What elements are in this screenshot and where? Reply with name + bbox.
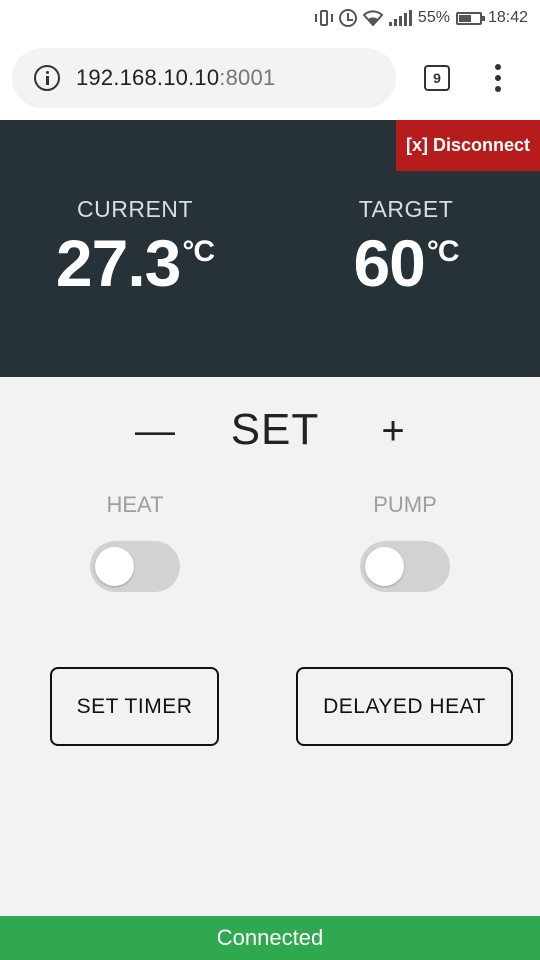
wifi-icon: [362, 10, 383, 26]
temperature-panel: [x] Disconnect CURRENT 27.3°C TARGET 60°…: [0, 120, 540, 377]
alarm-icon: [338, 9, 357, 27]
target-unit: °C: [426, 235, 460, 268]
url-host: 192.168.10.10: [76, 65, 220, 90]
more-menu-icon[interactable]: [494, 64, 502, 92]
current-unit: °C: [182, 235, 215, 268]
battery-icon: [455, 11, 485, 25]
status-bar: 55% 18:42: [0, 0, 540, 36]
current-value: 27.3: [55, 226, 181, 300]
target-value-wrap: 60°C: [350, 225, 462, 301]
heat-toggle[interactable]: [90, 541, 180, 592]
tab-switcher-button[interactable]: 9: [424, 65, 450, 91]
vibrate-icon: [314, 9, 333, 27]
set-control: — SET +: [0, 405, 540, 465]
browser-toolbar: 192.168.10.10:8001 9: [0, 36, 540, 120]
pump-toggle[interactable]: [360, 541, 450, 592]
toggle-knob: [365, 547, 404, 586]
info-icon[interactable]: [34, 65, 60, 91]
disconnect-button[interactable]: [x] Disconnect: [396, 120, 540, 171]
increase-button[interactable]: +: [376, 411, 410, 451]
status-icons: 55% 18:42: [314, 6, 528, 30]
target-label: TARGET: [358, 196, 454, 222]
heat-label: HEAT: [106, 492, 164, 517]
set-timer-button[interactable]: SET TIMER: [50, 667, 219, 746]
signal-icon: [388, 10, 412, 26]
current-label: CURRENT: [77, 196, 193, 222]
decrease-button[interactable]: —: [135, 411, 175, 451]
toggle-knob: [95, 547, 134, 586]
url-text[interactable]: 192.168.10.10:8001: [76, 65, 275, 91]
set-label: SET: [230, 405, 320, 454]
target-value: 60: [353, 226, 425, 300]
address-bar[interactable]: 192.168.10.10:8001: [12, 48, 396, 108]
url-port: :8001: [219, 65, 276, 90]
battery-percent: 55%: [417, 9, 450, 26]
delayed-heat-button[interactable]: DELAYED HEAT: [296, 667, 513, 746]
current-value-wrap: 27.3°C: [50, 225, 220, 301]
connection-status-bar: Connected: [0, 916, 540, 960]
pump-label: PUMP: [373, 492, 437, 517]
target-temperature: TARGET 60°C: [350, 196, 462, 301]
clock: 18:42: [487, 9, 528, 26]
current-temperature: CURRENT 27.3°C: [50, 196, 220, 301]
